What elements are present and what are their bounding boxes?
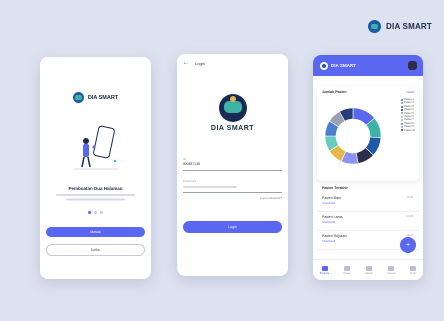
page-dot[interactable] [100, 211, 103, 214]
nav-label: Jadwal [365, 271, 373, 275]
legend-swatch [400, 115, 403, 118]
logo-text: DIA SMART [87, 94, 119, 101]
nav-icon [409, 265, 416, 271]
onboarding-description-lines [56, 194, 135, 201]
legend-swatch [400, 105, 403, 108]
login-button[interactable]: Login [183, 221, 282, 233]
nav-item[interactable]: Laporan [386, 265, 396, 275]
nav-icon [365, 265, 372, 271]
add-button[interactable]: + [400, 237, 416, 253]
login-title: Login [195, 60, 205, 66]
nav-item[interactable]: Profil [409, 265, 416, 275]
onboarding-heading: Pembuatan Dua Halaman [68, 186, 123, 191]
back-arrow-icon[interactable]: ← [183, 60, 189, 66]
password-label: Password [183, 179, 197, 183]
nav-label: Beranda [320, 271, 330, 275]
legend-swatch [400, 125, 403, 128]
list-item-title: Pasien Rujukan [322, 234, 347, 238]
list-item-link[interactable]: Lihat Detail [322, 221, 335, 224]
nav-icon [321, 265, 328, 271]
brand-name: DIA SMART [386, 22, 432, 31]
app-logo-icon [219, 94, 247, 122]
legend-label: Pasien 10 [404, 128, 415, 132]
logo-icon [72, 92, 84, 103]
password-field[interactable] [183, 185, 243, 190]
nav-icon [388, 265, 395, 271]
login-screen: ← Login DIA SMART ID ID0487135 Password … [177, 54, 288, 276]
id-field[interactable]: ID0487135 [183, 162, 200, 166]
list-item[interactable]: Pasien Baru Lihat Detail 10.00 [317, 193, 419, 212]
chart-legend: Pasien 1 Pasien 2 Pasien 3 Pasien 4 Pasien 5… [400, 98, 415, 132]
legend-swatch [400, 108, 403, 111]
nav-item[interactable]: Pasien [343, 265, 351, 275]
bottom-nav: Beranda Pasien Jadwal Laporan Profil [313, 259, 423, 280]
onboarding-illustration [74, 125, 118, 170]
onboarding-logo: DIA SMART [40, 92, 151, 103]
header-title: DIA SMART [331, 63, 356, 68]
masuk-button[interactable]: Masuk [46, 227, 145, 237]
app-name: DIA SMART [210, 125, 255, 132]
nav-item[interactable]: Jadwal [365, 265, 373, 275]
dashboard-screen: DIA SMART Jumlah Pasien Detail Pasien 1P… [313, 55, 423, 280]
forgot-password-link[interactable]: Lupa password? [260, 196, 282, 200]
daftar-button[interactable]: Daftar [46, 244, 145, 256]
legend-swatch [400, 122, 403, 125]
page-indicator [40, 211, 151, 214]
avatar[interactable] [408, 61, 417, 70]
brand: DIA SMART [368, 20, 432, 33]
dashboard-header: DIA SMART [313, 55, 423, 76]
id-label: ID [183, 157, 186, 161]
list-item-title: Pasien Lama [322, 215, 343, 219]
nav-label: Profil [410, 271, 416, 275]
chart-detail-link[interactable]: Detail [406, 90, 414, 94]
legend-item: Pasien 10 [400, 128, 415, 132]
password-field-underline [183, 192, 282, 193]
nav-label: Pasien [343, 271, 351, 275]
list-item[interactable]: Pasien Lama Lihat Detail 09.30 [317, 212, 419, 231]
legend-swatch [400, 129, 403, 132]
list-item-time: 10.00 [406, 196, 414, 199]
recent-patients-title: Pasien Terakhir [322, 186, 348, 190]
login-topbar: ← Login [183, 60, 205, 66]
legend-swatch [400, 112, 403, 115]
patient-chart-card: Jumlah Pasien Detail Pasien 1 Pasien 2 Pas… [317, 86, 419, 181]
donut-chart [324, 107, 382, 165]
legend-swatch [400, 102, 403, 105]
brand-logo-icon [368, 20, 382, 33]
list-item-link[interactable]: Lihat Detail [322, 202, 335, 205]
legend-swatch [400, 98, 403, 101]
nav-item[interactable]: Beranda [320, 265, 330, 275]
list-item-title: Pasien Baru [322, 196, 342, 200]
page-dot[interactable] [88, 211, 91, 214]
nav-icon [344, 265, 351, 271]
header-logo-icon [320, 62, 328, 70]
password-placeholder-line [183, 186, 237, 188]
legend-swatch [400, 119, 403, 122]
list-item-time: 09.30 [406, 215, 414, 218]
chart-card-title: Jumlah Pasien [322, 90, 347, 94]
page-dot[interactable] [94, 211, 97, 214]
list-item-link[interactable]: Lihat Detail [322, 240, 335, 243]
onboarding-screen: DIA SMART Pembuatan Dua Halaman Masuk Da… [40, 57, 151, 279]
onboarding-description [54, 193, 137, 204]
id-field-underline [183, 170, 282, 171]
nav-label: Laporan [386, 271, 396, 275]
